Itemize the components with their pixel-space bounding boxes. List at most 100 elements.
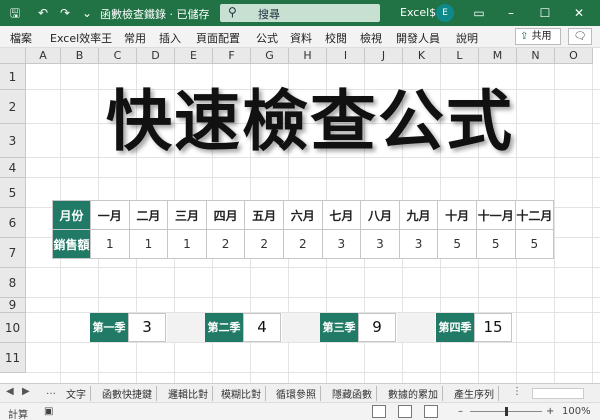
quarter-label[interactable]: 第四季 <box>436 313 474 342</box>
quarter-label[interactable]: 第三季 <box>320 313 358 342</box>
sales-cell[interactable]: 1 <box>128 229 169 259</box>
column-header[interactable]: O <box>555 48 593 64</box>
sales-cell[interactable]: 5 <box>514 229 555 259</box>
column-header[interactable]: N <box>517 48 555 64</box>
column-header[interactable]: C <box>99 48 137 64</box>
undo-icon[interactable]: ↶ <box>36 6 50 20</box>
tab-excel-efficiency[interactable]: Excel效率王 <box>50 30 112 46</box>
sheet-tab[interactable]: 數據的累加 <box>384 386 443 401</box>
month-cell[interactable]: 四月 <box>205 200 246 230</box>
page-layout-view-icon[interactable] <box>398 405 412 418</box>
tab-home[interactable]: 常用 <box>124 30 146 46</box>
column-header[interactable]: B <box>61 48 99 64</box>
tab-file[interactable]: 檔案 <box>10 30 32 46</box>
tab-developer[interactable]: 開發人員 <box>396 30 440 46</box>
sales-cell[interactable]: 2 <box>244 229 284 259</box>
row-header[interactable]: 3 <box>0 124 26 158</box>
share-button[interactable]: ⇪ 共用 <box>515 28 561 45</box>
sales-cell[interactable]: 1 <box>90 229 130 259</box>
avatar[interactable]: E <box>436 4 454 22</box>
scroll-left-icon[interactable]: ◀ <box>6 386 14 397</box>
row-header[interactable]: 10 <box>0 313 26 343</box>
zoom-out-icon[interactable]: – <box>458 406 463 417</box>
column-header[interactable]: I <box>327 48 365 64</box>
row-header[interactable]: 2 <box>0 90 26 124</box>
column-header[interactable]: K <box>403 48 441 64</box>
maximize-icon[interactable]: ☐ <box>536 4 554 22</box>
redo-icon[interactable]: ↷ <box>58 6 72 20</box>
search-box[interactable]: ⚲ 搜尋 <box>220 4 380 22</box>
month-cell[interactable]: 三月 <box>167 200 207 230</box>
column-header[interactable]: M <box>479 48 517 64</box>
column-header[interactable]: A <box>26 48 61 64</box>
sales-cell[interactable]: 2 <box>205 229 246 259</box>
row-header[interactable]: 9 <box>0 298 26 313</box>
tab-help[interactable]: 說明 <box>456 30 478 46</box>
row-header[interactable]: 6 <box>0 208 26 238</box>
sheet-tab[interactable]: 產生序列 <box>450 386 499 401</box>
sales-cell[interactable]: 2 <box>282 229 323 259</box>
ribbon-display-icon[interactable]: ▭ <box>470 4 488 22</box>
sheet-tab[interactable]: 循環參照 <box>272 386 321 401</box>
tab-page-layout[interactable]: 頁面配置 <box>196 30 240 46</box>
sheet-tab[interactable]: 函數快捷鍵 <box>98 386 157 401</box>
row-header[interactable]: 11 <box>0 343 26 373</box>
quarter-label[interactable]: 第二季 <box>205 313 243 342</box>
month-cell[interactable]: 十月 <box>437 200 477 230</box>
sales-cell[interactable]: 1 <box>167 229 207 259</box>
more-tabs-icon[interactable]: … <box>46 386 56 397</box>
close-icon[interactable]: ✕ <box>570 4 588 22</box>
column-header[interactable]: L <box>441 48 479 64</box>
tab-review[interactable]: 校閱 <box>325 30 347 46</box>
row-header[interactable]: 5 <box>0 178 26 208</box>
column-header[interactable]: F <box>213 48 251 64</box>
normal-view-icon[interactable] <box>372 405 386 418</box>
sales-cell[interactable]: 5 <box>437 229 477 259</box>
sheet-tab[interactable]: 隱藏函數 <box>328 386 377 401</box>
month-cell[interactable]: 九月 <box>398 200 439 230</box>
more-options-icon[interactable]: ⋮ <box>512 386 522 397</box>
sheet-tab[interactable]: 邏輯比對 <box>164 386 213 401</box>
sales-cell[interactable]: 5 <box>475 229 516 259</box>
scroll-right-icon[interactable]: ▶ <box>22 386 30 397</box>
sheet-tab[interactable]: 文字 <box>62 386 91 401</box>
zoom-in-icon[interactable]: + <box>546 406 554 417</box>
worksheet[interactable]: ABCDEFGHIJKLMNO 1 2 3 4 5 6 7 8 9 10 11 快速檢查公式 月份 … <box>0 48 600 383</box>
row-header[interactable]: 8 <box>0 268 26 298</box>
month-cell[interactable]: 七月 <box>321 200 362 230</box>
save-icon[interactable]: 🖫 <box>8 6 22 20</box>
month-cell[interactable]: 二月 <box>128 200 169 230</box>
month-header[interactable]: 月份 <box>52 200 91 230</box>
quarter-value[interactable]: 15 <box>474 313 512 342</box>
zoom-slider-thumb[interactable] <box>505 407 508 416</box>
row-header[interactable]: 4 <box>0 158 26 178</box>
minimize-icon[interactable]: – <box>502 4 520 22</box>
month-cell[interactable]: 五月 <box>244 200 284 230</box>
tab-formulas[interactable]: 公式 <box>256 30 278 46</box>
sales-cell[interactable]: 3 <box>321 229 362 259</box>
quarter-value[interactable]: 9 <box>358 313 396 342</box>
sales-cell[interactable]: 3 <box>360 229 400 259</box>
horizontal-scrollbar[interactable] <box>532 388 584 399</box>
quarter-value[interactable]: 4 <box>243 313 281 342</box>
tab-view[interactable]: 檢視 <box>360 30 382 46</box>
select-all-corner[interactable] <box>0 48 26 64</box>
month-cell[interactable]: 十二月 <box>514 200 555 230</box>
column-header[interactable]: E <box>175 48 213 64</box>
blank-cell[interactable] <box>397 313 435 342</box>
tab-insert[interactable]: 插入 <box>159 30 181 46</box>
column-header[interactable]: G <box>251 48 289 64</box>
month-cell[interactable]: 八月 <box>360 200 400 230</box>
quarter-value[interactable]: 3 <box>128 313 166 342</box>
tab-data[interactable]: 資料 <box>290 30 312 46</box>
customize-toolbar-icon[interactable]: ⌄ <box>80 6 94 20</box>
row-header[interactable]: 1 <box>0 64 26 90</box>
blank-cell[interactable] <box>167 313 205 342</box>
comment-button[interactable]: 🗨 <box>568 28 592 45</box>
sheet-tab[interactable]: 模糊比對 <box>217 386 266 401</box>
blank-cell[interactable] <box>282 313 320 342</box>
column-header[interactable]: H <box>289 48 327 64</box>
macro-record-icon[interactable]: ▣ <box>44 406 53 417</box>
month-cell[interactable]: 六月 <box>282 200 323 230</box>
column-header[interactable]: J <box>365 48 403 64</box>
